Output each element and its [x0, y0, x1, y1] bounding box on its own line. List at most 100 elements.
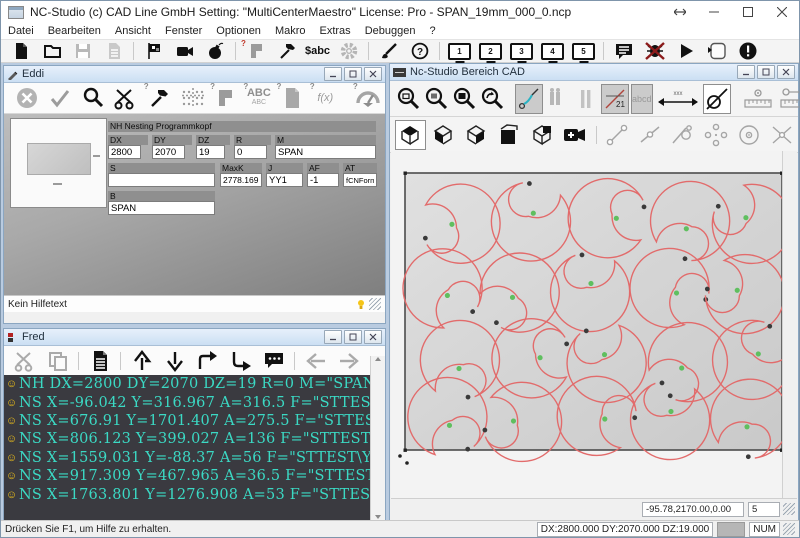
gauge-icon[interactable]: ? [352, 82, 385, 112]
zoom-selection-icon[interactable] [451, 84, 477, 114]
brush-icon[interactable] [373, 41, 404, 62]
eddi-maximize-button[interactable] [344, 67, 362, 81]
ruler-two-points-icon[interactable] [777, 84, 799, 114]
draw-line-points-icon[interactable] [602, 120, 633, 150]
jump-forward-icon[interactable] [191, 347, 224, 374]
program-page-icon[interactable] [83, 347, 116, 374]
diameter-tool-icon[interactable] [702, 83, 731, 114]
minimize-button[interactable] [697, 1, 731, 23]
cad-drawing-canvas[interactable] [391, 151, 783, 498]
measure-curve-icon[interactable] [515, 83, 543, 114]
fred-close-button[interactable] [364, 330, 382, 344]
jump-into-icon[interactable] [224, 347, 257, 374]
help-icon[interactable]: ? [404, 41, 435, 62]
menu-fenster[interactable]: Fenster [158, 23, 209, 39]
code-line[interactable]: ☺ NS X=676.91 Y=1701.407 A=275.5 F="STTES… [4, 412, 373, 430]
code-line[interactable]: ☺ NS X=806.123 Y=399.027 A=136 F="STTEST\ [4, 430, 373, 448]
search-icon[interactable] [76, 84, 109, 112]
field-input-b[interactable] [108, 201, 215, 215]
menu-makro[interactable]: Makro [268, 23, 313, 39]
cad-minimize-button[interactable] [737, 65, 755, 79]
view-front-cube-icon[interactable] [494, 120, 525, 150]
monitor-5-icon[interactable]: 5 [568, 41, 599, 62]
nesting-sheet[interactable] [404, 172, 783, 451]
monitor-1-icon[interactable]: 1 [444, 41, 475, 62]
field-input-m[interactable] [275, 145, 376, 159]
snap-grid-icon[interactable] [176, 84, 209, 112]
cancel-circle-icon[interactable] [10, 84, 43, 112]
cad-title-bar[interactable]: Nc-Studio Bereich CAD [390, 64, 798, 81]
field-input-s[interactable] [108, 173, 215, 187]
zoom-window-icon[interactable] [395, 84, 421, 114]
resize-grip[interactable] [369, 298, 381, 310]
view-right-cube-icon[interactable] [461, 120, 492, 150]
move-up-icon[interactable] [125, 347, 158, 374]
cad-scrollbar[interactable] [782, 151, 797, 498]
close-button[interactable] [765, 1, 799, 23]
eddi-minimize-button[interactable] [324, 67, 342, 81]
view-iso-cube-icon[interactable] [527, 120, 558, 150]
confirm-check-icon[interactable] [43, 84, 76, 112]
cad-maximize-button[interactable] [757, 65, 775, 79]
zoom-extents-icon[interactable] [423, 84, 449, 114]
draw-cross-point-icon[interactable] [766, 120, 797, 150]
fred-title-bar[interactable]: Fred [4, 329, 385, 346]
navigate-forward-icon[interactable] [332, 347, 365, 374]
save-icon[interactable] [67, 41, 98, 62]
cut-gray-icon[interactable] [8, 347, 41, 374]
menu-ansicht[interactable]: Ansicht [108, 23, 158, 39]
field-input-dy[interactable] [152, 145, 185, 159]
monitor-3-icon[interactable]: 3 [506, 41, 537, 62]
field-input-af[interactable] [307, 173, 339, 187]
view-top-cube-icon[interactable] [395, 119, 426, 150]
bomb-icon[interactable] [200, 41, 231, 62]
open-folder-icon[interactable] [36, 41, 67, 62]
stop-alert-icon[interactable] [732, 41, 763, 62]
camera-add-icon[interactable] [560, 120, 591, 150]
menu-bearbeiten[interactable]: Bearbeiten [41, 23, 108, 39]
flag-icon[interactable] [138, 41, 169, 62]
move-down-icon[interactable] [158, 347, 191, 374]
text-abc-icon[interactable]: ? ABC ABC [242, 82, 275, 112]
menu-debuggen[interactable]: Debuggen [358, 23, 423, 39]
field-input-at[interactable] [343, 173, 377, 187]
draw-circle-center-icon[interactable] [733, 120, 764, 150]
new-file-icon[interactable] [5, 41, 36, 62]
field-input-j[interactable] [266, 173, 303, 187]
code-line[interactable]: ☺ NH DX=2800 DY=2070 DZ=19 R=0 M="SPAN" [4, 375, 373, 393]
no-debug-bug-icon[interactable] [639, 41, 670, 62]
field-input-dx[interactable] [108, 145, 141, 159]
cad-close-button[interactable] [777, 65, 795, 79]
align-columns-icon[interactable] [545, 84, 571, 114]
draw-midpoint-icon[interactable] [634, 120, 665, 150]
code-line[interactable]: ☺ NS X=1559.031 Y=-88.37 A=56 F="STTEST\Y… [4, 449, 373, 467]
measure-distance-icon[interactable]: xxx [655, 84, 701, 114]
scroll-up-icon[interactable] [374, 356, 382, 362]
menu-extras[interactable]: Extras [313, 23, 358, 39]
fred-minimize-button[interactable] [324, 330, 342, 344]
field-input-r[interactable] [234, 145, 267, 159]
eddi-close-button[interactable] [364, 67, 382, 81]
menu-help[interactable]: ? [422, 23, 442, 39]
draw-circle-pattern-icon[interactable] [700, 120, 731, 150]
code-line[interactable]: ☺ NS X=917.309 Y=467.965 A=36.5 F="STTEST… [4, 467, 373, 485]
menu-datei[interactable]: Datei [1, 23, 41, 39]
monitor-4-icon[interactable]: 4 [537, 41, 568, 62]
ruler-point-icon[interactable] [741, 84, 775, 114]
eddi-title-bar[interactable]: Eddi [4, 66, 385, 83]
print-preview-icon[interactable] [98, 41, 129, 62]
code-line[interactable]: ☺ NS X=-96.042 Y=316.967 A=316.5 F="STTES… [4, 393, 373, 411]
code-scrollbar[interactable] [370, 356, 385, 520]
gear-icon[interactable] [333, 41, 364, 62]
maximize-button[interactable] [731, 1, 765, 23]
part-shape-icon[interactable]: ? [240, 39, 271, 62]
fred-maximize-button[interactable] [344, 330, 362, 344]
zoom-previous-icon[interactable] [479, 84, 505, 114]
function-fx-icon[interactable]: ? f(x) [309, 82, 342, 112]
resize-grip[interactable] [783, 523, 795, 535]
run-window-icon[interactable] [701, 41, 732, 62]
comment-icon[interactable] [257, 347, 290, 374]
dollar-abc-icon[interactable]: $abc [302, 41, 333, 62]
hammer-tool-icon[interactable]: ? [143, 82, 176, 112]
draw-tangent-icon[interactable] [667, 120, 698, 150]
